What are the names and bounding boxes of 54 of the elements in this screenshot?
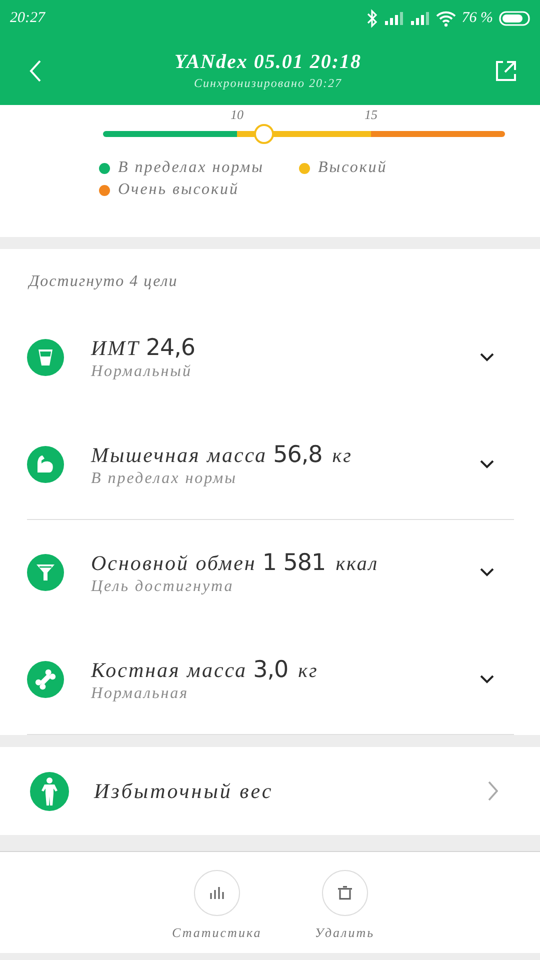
clock: 20:27 [10,10,45,26]
wifi-icon [436,10,456,26]
bone-icon [27,661,64,698]
scale-tick-label: 10 [230,107,244,123]
metric-value: 24,6 [146,334,196,360]
action-button[interactable]: Статистика [172,870,262,953]
glass-icon [27,339,64,376]
metric-unit: ккал [336,552,379,576]
metric-status: Нормальная [91,684,190,702]
metric-status: В пределах нормы [91,470,238,488]
trash-icon [338,886,352,900]
chevron-down-icon [480,675,494,684]
metric-name: Основной обмен [91,550,256,576]
scale-tick-label: 15 [364,107,378,123]
body-type-label: Избыточный вес [94,778,274,804]
bluetooth-icon [366,8,378,28]
share-button[interactable] [494,58,518,82]
legend-label: Очень высокий [118,181,239,199]
metric-name: Костная масса [91,658,248,682]
header-title: YANdex 05.01 20:18 [173,50,363,74]
body-type-row[interactable]: Избыточный вес [0,747,540,835]
chevron-down-icon [480,460,494,469]
chevron-down-icon [480,568,494,577]
goals-heading: Достигнуто 4 цели [29,273,179,292]
chevron-down-icon [480,353,494,362]
metric-name: Мышечная масса [91,442,268,468]
legend-label: Высокий [318,159,388,177]
arm-icon [27,446,64,483]
metric-status: Нормальный [91,362,193,380]
metric-value: 56,8 [273,442,322,468]
metric-unit: кг [332,444,352,468]
expand-button[interactable] [480,460,494,469]
battery-percent: 76 % [462,10,493,26]
person-icon [30,772,69,810]
bar-chart-icon [210,887,224,899]
signal-icon [384,10,404,26]
metric-value: 1 581 [262,550,326,576]
back-icon [28,58,42,82]
expand-button[interactable] [480,675,494,684]
share-icon [494,58,518,82]
legend-label: В пределах нормы [118,159,264,177]
chevron-right-icon [488,781,498,801]
back-button[interactable] [28,58,42,82]
metric-value: 3,0 [253,656,288,682]
sync-status: Синхронизировано 20:27 [193,76,343,90]
metric-name: ИМТ [91,336,140,360]
funnel-icon [27,554,64,591]
metric-unit: кг [298,660,318,682]
signal-icon [410,10,430,26]
action-button[interactable]: Удалить [308,870,382,953]
battery-icon [499,10,530,26]
expand-button[interactable] [480,353,494,362]
metric-status: Цель достигнута [91,578,235,596]
expand-button[interactable] [480,568,494,577]
